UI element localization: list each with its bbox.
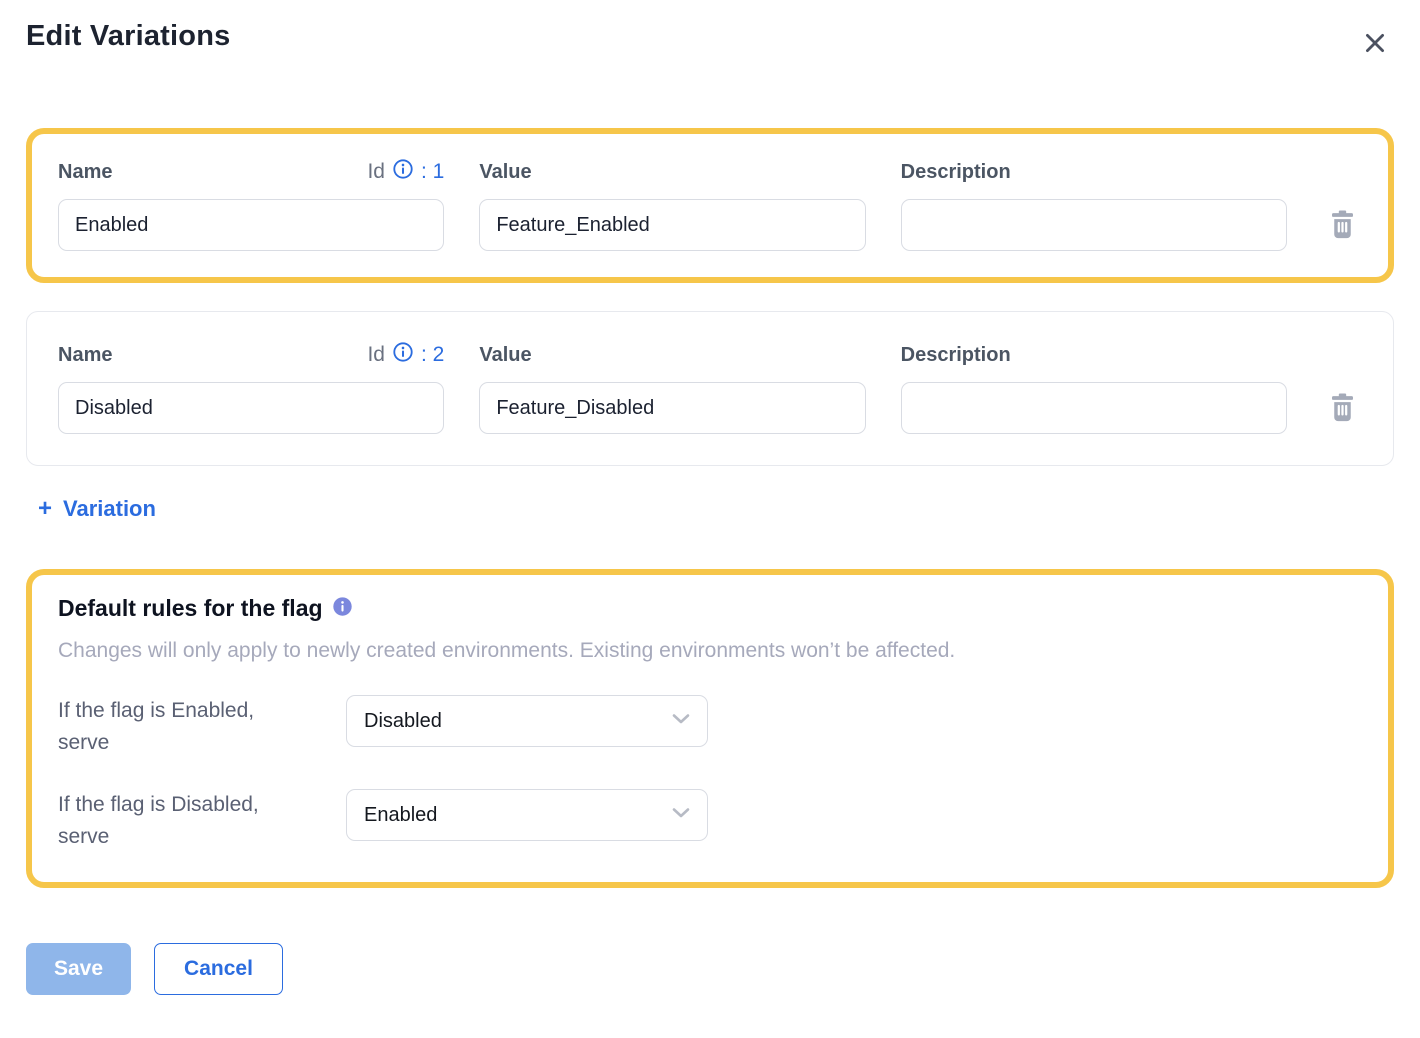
edit-variations-dialog: Edit Variations Name Id : 1 bbox=[0, 0, 1420, 1025]
variation-description-input[interactable] bbox=[901, 382, 1287, 434]
description-field: Description bbox=[901, 343, 1287, 434]
serve-when-disabled-select[interactable]: Enabled bbox=[346, 789, 708, 841]
plus-icon: + bbox=[38, 497, 52, 521]
close-icon bbox=[1362, 44, 1388, 59]
add-variation-label: Variation bbox=[63, 496, 156, 522]
variation-fields: Name Id : 2 Value bbox=[58, 343, 1362, 434]
description-label-row: Description bbox=[901, 160, 1287, 184]
value-label-row: Value bbox=[479, 160, 865, 184]
value-label: Value bbox=[479, 161, 531, 184]
info-icon[interactable] bbox=[392, 158, 414, 186]
dialog-footer: Save Cancel bbox=[26, 943, 1394, 995]
dialog-title: Edit Variations bbox=[26, 20, 230, 53]
rule-label: If the flag is Enabled, serve bbox=[58, 695, 346, 759]
info-icon[interactable] bbox=[392, 341, 414, 369]
chevron-down-icon bbox=[672, 806, 690, 824]
dialog-header: Edit Variations bbox=[26, 20, 1394, 62]
delete-column bbox=[1322, 343, 1362, 434]
cancel-button[interactable]: Cancel bbox=[154, 943, 283, 995]
value-field: Value bbox=[479, 343, 865, 434]
variation-id-badge: Id : 2 bbox=[367, 341, 444, 369]
select-value: Enabled bbox=[364, 804, 437, 827]
variation-id-value: : 1 bbox=[421, 160, 444, 184]
description-label: Description bbox=[901, 161, 1011, 184]
default-rules-title-row: Default rules for the flag bbox=[58, 595, 1362, 622]
add-variation-button[interactable]: + Variation bbox=[38, 496, 156, 522]
default-rule-row-disabled: If the flag is Disabled, serve Enabled bbox=[58, 789, 1362, 853]
delete-column bbox=[1322, 160, 1362, 251]
description-label-row: Description bbox=[901, 343, 1287, 367]
trash-icon bbox=[1329, 227, 1356, 242]
description-label: Description bbox=[901, 344, 1011, 367]
save-button[interactable]: Save bbox=[26, 943, 131, 995]
delete-variation-button[interactable] bbox=[1329, 210, 1356, 239]
variation-name-input[interactable] bbox=[58, 199, 444, 251]
default-rules-title: Default rules for the flag bbox=[58, 595, 323, 622]
default-rules-section: Default rules for the flag Changes will … bbox=[26, 569, 1394, 888]
id-label: Id bbox=[367, 343, 385, 367]
variation-value-input[interactable] bbox=[479, 199, 865, 251]
value-label: Value bbox=[479, 344, 531, 367]
default-rule-row-enabled: If the flag is Enabled, serve Disabled bbox=[58, 695, 1362, 759]
name-label-row: Name Id : 1 bbox=[58, 160, 444, 184]
variation-card-1: Name Id : 1 Value bbox=[26, 128, 1394, 283]
value-label-row: Value bbox=[479, 343, 865, 367]
name-field: Name Id : 2 bbox=[58, 343, 444, 434]
delete-variation-button[interactable] bbox=[1329, 393, 1356, 422]
default-rules-note: Changes will only apply to newly created… bbox=[58, 639, 1362, 663]
close-button[interactable] bbox=[1356, 24, 1394, 62]
variation-description-input[interactable] bbox=[901, 199, 1287, 251]
variation-id-value: : 2 bbox=[421, 343, 444, 367]
description-field: Description bbox=[901, 160, 1287, 251]
info-filled-icon[interactable] bbox=[332, 596, 353, 622]
select-value: Disabled bbox=[364, 710, 442, 733]
chevron-down-icon bbox=[672, 712, 690, 730]
variation-name-input[interactable] bbox=[58, 382, 444, 434]
rule-label: If the flag is Disabled, serve bbox=[58, 789, 346, 853]
variation-value-input[interactable] bbox=[479, 382, 865, 434]
variation-fields: Name Id : 1 Value bbox=[58, 160, 1362, 251]
value-field: Value bbox=[479, 160, 865, 251]
id-label: Id bbox=[367, 160, 385, 184]
trash-icon bbox=[1329, 410, 1356, 425]
serve-when-enabled-select[interactable]: Disabled bbox=[346, 695, 708, 747]
variation-id-badge: Id : 1 bbox=[367, 158, 444, 186]
name-label: Name bbox=[58, 161, 112, 184]
name-label: Name bbox=[58, 344, 112, 367]
variation-card-2: Name Id : 2 Value bbox=[26, 311, 1394, 466]
name-field: Name Id : 1 bbox=[58, 160, 444, 251]
name-label-row: Name Id : 2 bbox=[58, 343, 444, 367]
